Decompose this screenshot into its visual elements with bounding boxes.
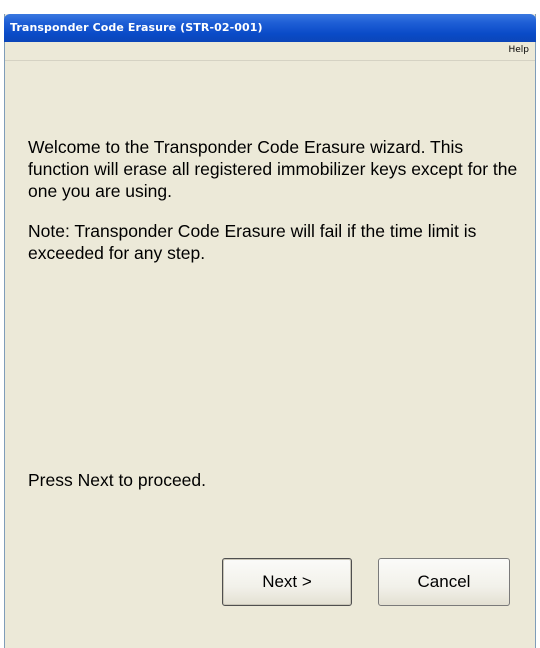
menu-bar: Help: [5, 42, 535, 61]
proceed-instruction: Press Next to proceed.: [28, 470, 206, 490]
welcome-text: Welcome to the Transponder Code Erasure …: [28, 137, 518, 201]
cancel-button[interactable]: Cancel: [378, 558, 510, 606]
title-bar[interactable]: Transponder Code Erasure (STR-02-001): [4, 14, 536, 42]
next-button[interactable]: Next >: [222, 558, 352, 606]
wizard-content: Welcome to the Transponder Code Erasure …: [28, 136, 524, 264]
wizard-window: Transponder Code Erasure (STR-02-001) He…: [4, 14, 536, 648]
menu-item-help[interactable]: Help: [508, 45, 529, 55]
window-title: Transponder Code Erasure (STR-02-001): [10, 21, 263, 34]
note-text: Note: Transponder Code Erasure will fail…: [28, 221, 477, 263]
